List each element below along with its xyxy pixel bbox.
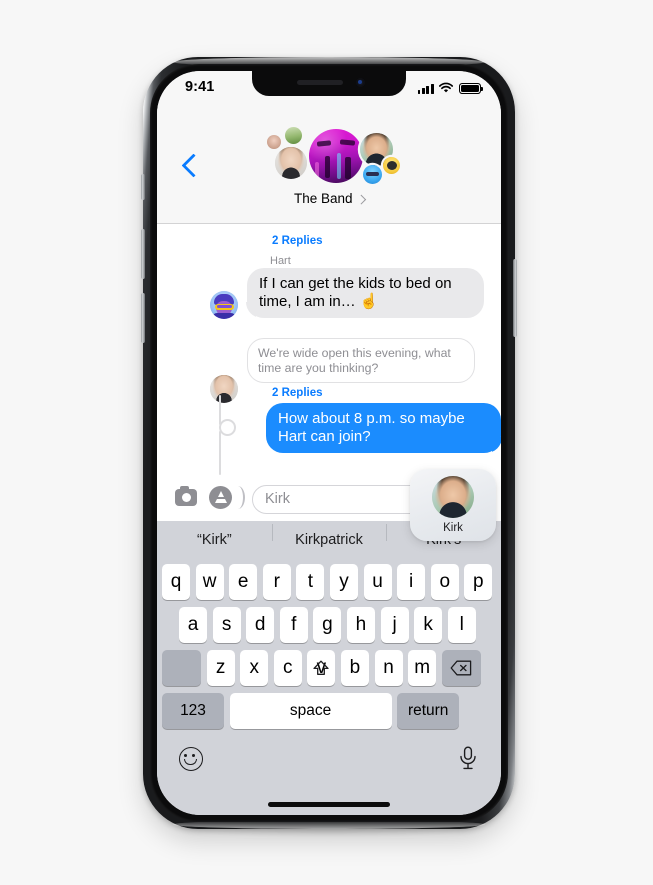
key-u[interactable]: u — [363, 564, 392, 600]
wifi-icon — [438, 82, 454, 93]
silent-switch[interactable] — [141, 174, 145, 200]
status-indicators — [417, 82, 483, 94]
key-c[interactable]: c — [273, 650, 302, 686]
message-text: How about 8 p.m. so maybe Hart can join? — [278, 410, 465, 445]
emoji-smiley-icon[interactable] — [179, 747, 203, 771]
key-g[interactable]: g — [313, 607, 342, 643]
volume-up-button[interactable] — [141, 229, 145, 279]
member-avatar-memoji-blue — [363, 165, 382, 184]
thread-branch-knob — [219, 419, 236, 436]
keyboard-row-2: a s d f g h j k l — [179, 607, 476, 643]
key-l[interactable]: l — [447, 607, 476, 643]
key-e[interactable]: e — [229, 564, 258, 600]
group-name-label: The Band — [293, 191, 353, 206]
screenshot-stage: 9:41 The Band 2 Replies Hart If I can ge… — [0, 0, 653, 885]
message-sender-hart: Hart — [270, 255, 291, 267]
bubble-tail — [242, 302, 256, 318]
key-i[interactable]: i — [397, 564, 426, 600]
message-bubble-outgoing[interactable]: How about 8 p.m. so maybe Hart can join? — [266, 403, 501, 453]
group-avatar-cluster[interactable] — [259, 127, 400, 191]
key-n[interactable]: n — [374, 650, 403, 686]
iphone-device-frame: 9:41 The Band 2 Replies Hart If I can ge… — [141, 57, 517, 829]
key-o[interactable]: o — [430, 564, 459, 600]
app-drawer-arc — [231, 486, 245, 509]
volume-down-button[interactable] — [141, 293, 145, 343]
earpiece-speaker — [297, 80, 343, 85]
phone-screen: 9:41 The Band 2 Replies Hart If I can ge… — [157, 71, 501, 815]
shift-icon[interactable] — [162, 650, 330, 686]
front-camera-icon — [356, 78, 365, 87]
group-name-button[interactable]: The Band — [293, 191, 366, 206]
key-z[interactable]: z — [206, 650, 235, 686]
key-f[interactable]: f — [279, 607, 308, 643]
key-m[interactable]: m — [408, 650, 437, 686]
key-x[interactable]: x — [240, 650, 269, 686]
keyboard-row-1: q w e r t y u i o p — [162, 564, 493, 600]
key-j[interactable]: j — [380, 607, 409, 643]
battery-icon — [458, 83, 483, 94]
app-store-icon[interactable] — [209, 486, 232, 509]
key-q[interactable]: q — [162, 564, 190, 600]
thread-connector-line-lower — [219, 431, 221, 475]
message-list[interactable]: 2 Replies Hart If I can get the kids to … — [157, 223, 501, 477]
message-input-value: Kirk — [265, 491, 290, 507]
key-b[interactable]: b — [340, 650, 369, 686]
return-key[interactable]: return — [397, 693, 460, 729]
key-w[interactable]: w — [195, 564, 224, 600]
backspace-icon[interactable] — [441, 650, 481, 686]
key-h[interactable]: h — [346, 607, 375, 643]
side-power-button[interactable] — [513, 259, 517, 337]
message-bubble-hart[interactable]: If I can get the kids to bed on time, I … — [246, 268, 484, 318]
keyboard-bottom-bar — [157, 737, 501, 815]
key-d[interactable]: d — [246, 607, 275, 643]
member-avatar-memoji-yellow — [383, 157, 400, 174]
thread-replies-link-1[interactable]: 2 Replies — [272, 231, 323, 249]
key-p[interactable]: p — [464, 564, 493, 600]
home-indicator[interactable] — [268, 802, 390, 807]
back-chevron-icon[interactable] — [181, 153, 206, 178]
member-avatar-small-2 — [285, 127, 302, 144]
camera-icon[interactable] — [175, 485, 197, 506]
avatar-alexis-1 — [210, 375, 238, 403]
space-key[interactable]: space — [229, 693, 392, 729]
chevron-right-icon — [356, 194, 366, 204]
message-bubble-quoted[interactable]: We're wide open this evening, what time … — [247, 338, 475, 383]
avatar-hart — [210, 291, 238, 319]
member-avatar-lady — [275, 147, 307, 179]
key-y[interactable]: y — [329, 564, 358, 600]
kirk-avatar — [432, 476, 474, 518]
message-text: We're wide open this evening, what time … — [258, 346, 451, 375]
mention-suggestion-popup[interactable]: Kirk — [410, 469, 496, 541]
message-text: If I can get the kids to bed on time, I … — [259, 275, 452, 310]
key-a[interactable]: a — [179, 607, 207, 643]
cellular-signal-icon — [417, 84, 434, 94]
keyboard-row-4: 123 space return — [162, 693, 460, 729]
key-s[interactable]: s — [212, 607, 241, 643]
display-notch — [252, 71, 406, 96]
band-photo-avatar — [309, 129, 363, 183]
thread-replies-link-2[interactable]: 2 Replies — [272, 383, 323, 401]
status-time: 9:41 — [185, 79, 215, 95]
on-screen-keyboard: “Kirk” Kirkpatrick Kirk’s q w e r t y u … — [157, 521, 501, 815]
key-t[interactable]: t — [296, 564, 325, 600]
bubble-tail — [492, 437, 501, 453]
suggestion-0[interactable]: “Kirk” — [157, 532, 272, 548]
suggestion-1[interactable]: Kirkpatrick — [271, 524, 387, 548]
keyboard-row-3: z x c v b n m — [162, 650, 481, 686]
key-k[interactable]: k — [414, 607, 443, 643]
numbers-key[interactable]: 123 — [162, 693, 224, 729]
microphone-icon[interactable] — [457, 746, 479, 770]
mention-name-label: Kirk — [443, 522, 463, 534]
key-r[interactable]: r — [262, 564, 291, 600]
